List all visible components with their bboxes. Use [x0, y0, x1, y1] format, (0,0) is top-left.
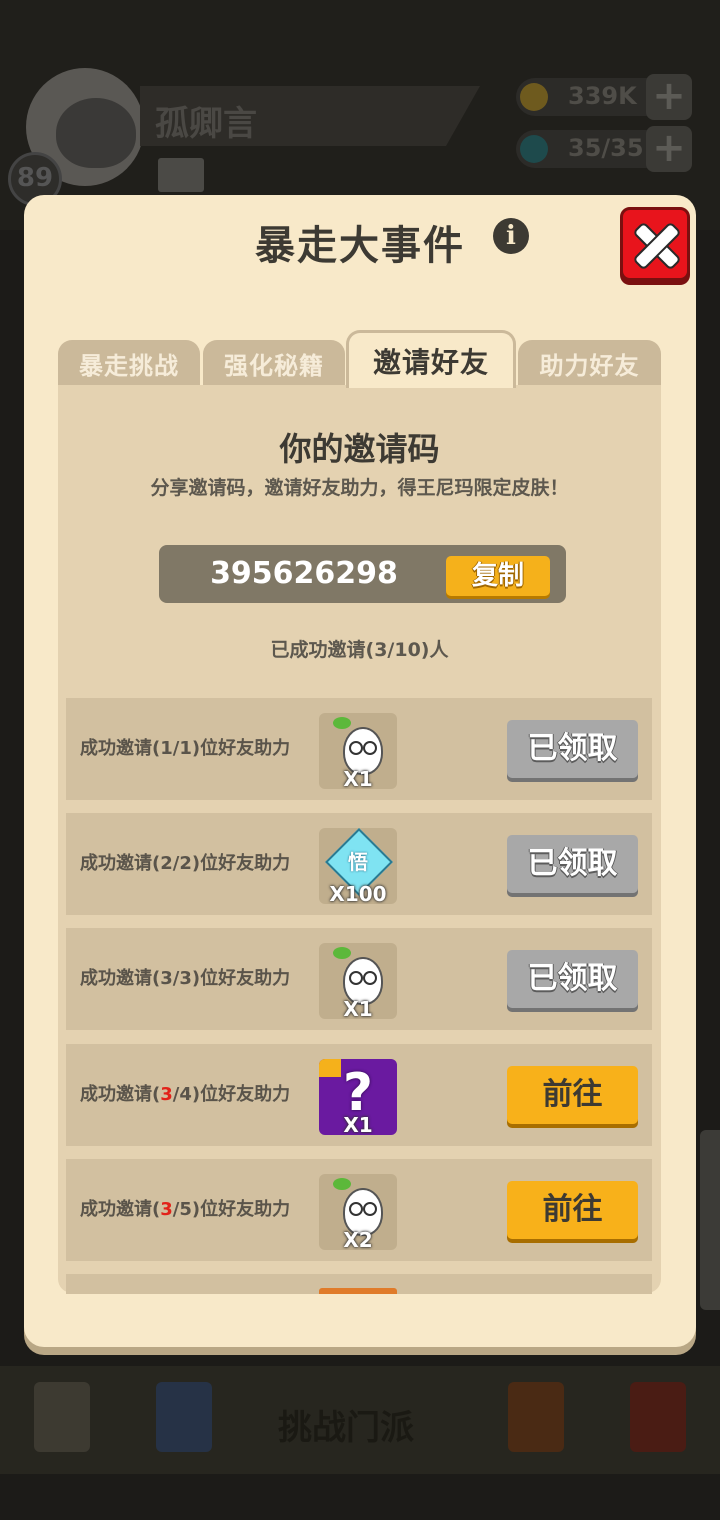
nav-task — [4, 1372, 120, 1468]
add-coin-button: + — [646, 74, 692, 120]
radish-reward-icon: X2 — [319, 1174, 397, 1250]
reward-quantity: X2 — [343, 1228, 373, 1250]
list-item: 成功邀请(3/3)位好友助力 X1 已领取 — [66, 928, 652, 1030]
player-name: 孤卿言 — [155, 104, 257, 144]
copy-button[interactable]: 复制 — [446, 556, 550, 596]
player-avatar: 89 — [8, 62, 144, 206]
energy-counter: 35/35 + — [516, 126, 692, 172]
side-scroll-handle — [700, 1130, 720, 1310]
reward-quantity: X1 — [343, 997, 373, 1019]
invited-count: 已成功邀请(3/10)人 — [270, 639, 449, 661]
go-button[interactable]: 前往 — [507, 1181, 638, 1239]
reward-quantity: X100 — [329, 882, 387, 904]
radish-reward-icon: X1 — [319, 943, 397, 1019]
radish-reward-icon: X1 — [319, 713, 397, 789]
reward-condition-label: 成功邀请(3/3)位好友助力 — [80, 968, 291, 989]
tab-rampage-challenge[interactable]: 暴走挑战 — [58, 340, 200, 386]
tab-help-friends[interactable]: 助力好友 — [518, 340, 661, 386]
claimed-button: 已领取 — [507, 950, 638, 1008]
list-item: 成功邀请(3/5)位好友助力 X2 前往 — [66, 1159, 652, 1261]
invite-code-value: 395626298 — [210, 556, 398, 591]
nav-cultivate — [126, 1372, 242, 1468]
go-button[interactable]: 前往 — [507, 1066, 638, 1124]
mystery-reward-icon: ? X1 — [319, 1059, 397, 1135]
info-icon[interactable]: i — [493, 218, 529, 254]
energy-icon — [520, 135, 548, 163]
invite-code-description: 分享邀请码，邀请好友助力，得王尼玛限定皮肤！ — [150, 477, 569, 499]
list-item: 成功邀请(2/2)位好友助力 悟 X100 已领取 — [66, 813, 652, 915]
coin-counter: 339K + — [516, 74, 692, 120]
reward-condition-label: 成功邀请(3/5)位好友助力 — [80, 1199, 291, 1220]
tab-enhance-manual[interactable]: 强化秘籍 — [203, 340, 345, 386]
reward-quantity: X1 — [343, 1113, 373, 1135]
nav-collect — [600, 1372, 716, 1468]
reward-condition-label: 成功邀请(1/1)位好友助力 — [80, 738, 291, 759]
diamond-reward-icon: 悟 X100 — [319, 828, 397, 904]
close-button[interactable] — [620, 207, 690, 281]
nav-equipment — [478, 1372, 594, 1468]
list-item: 成功邀请(1/1)位好友助力 X1 已领取 — [66, 698, 652, 800]
invite-code-title: 你的邀请码 — [279, 430, 440, 468]
list-item-partial — [66, 1274, 652, 1294]
modal-title: 暴走大事件 — [255, 223, 465, 269]
claimed-button: 已领取 — [507, 720, 638, 778]
mail-icon — [158, 158, 204, 192]
claimed-button: 已领取 — [507, 835, 638, 893]
coin-icon — [520, 83, 548, 111]
add-energy-button: + — [646, 126, 692, 172]
reward-condition-label: 成功邀请(3/4)位好友助力 — [80, 1084, 291, 1105]
tab-invite-friends[interactable]: 邀请好友 — [346, 330, 516, 388]
list-item: 成功邀请(3/4)位好友助力 ? X1 前往 — [66, 1044, 652, 1146]
reward-condition-label: 成功邀请(2/2)位好友助力 — [80, 853, 291, 874]
reward-quantity: X1 — [343, 767, 373, 789]
nav-challenge-sect: 挑战门派 — [278, 1408, 414, 1448]
